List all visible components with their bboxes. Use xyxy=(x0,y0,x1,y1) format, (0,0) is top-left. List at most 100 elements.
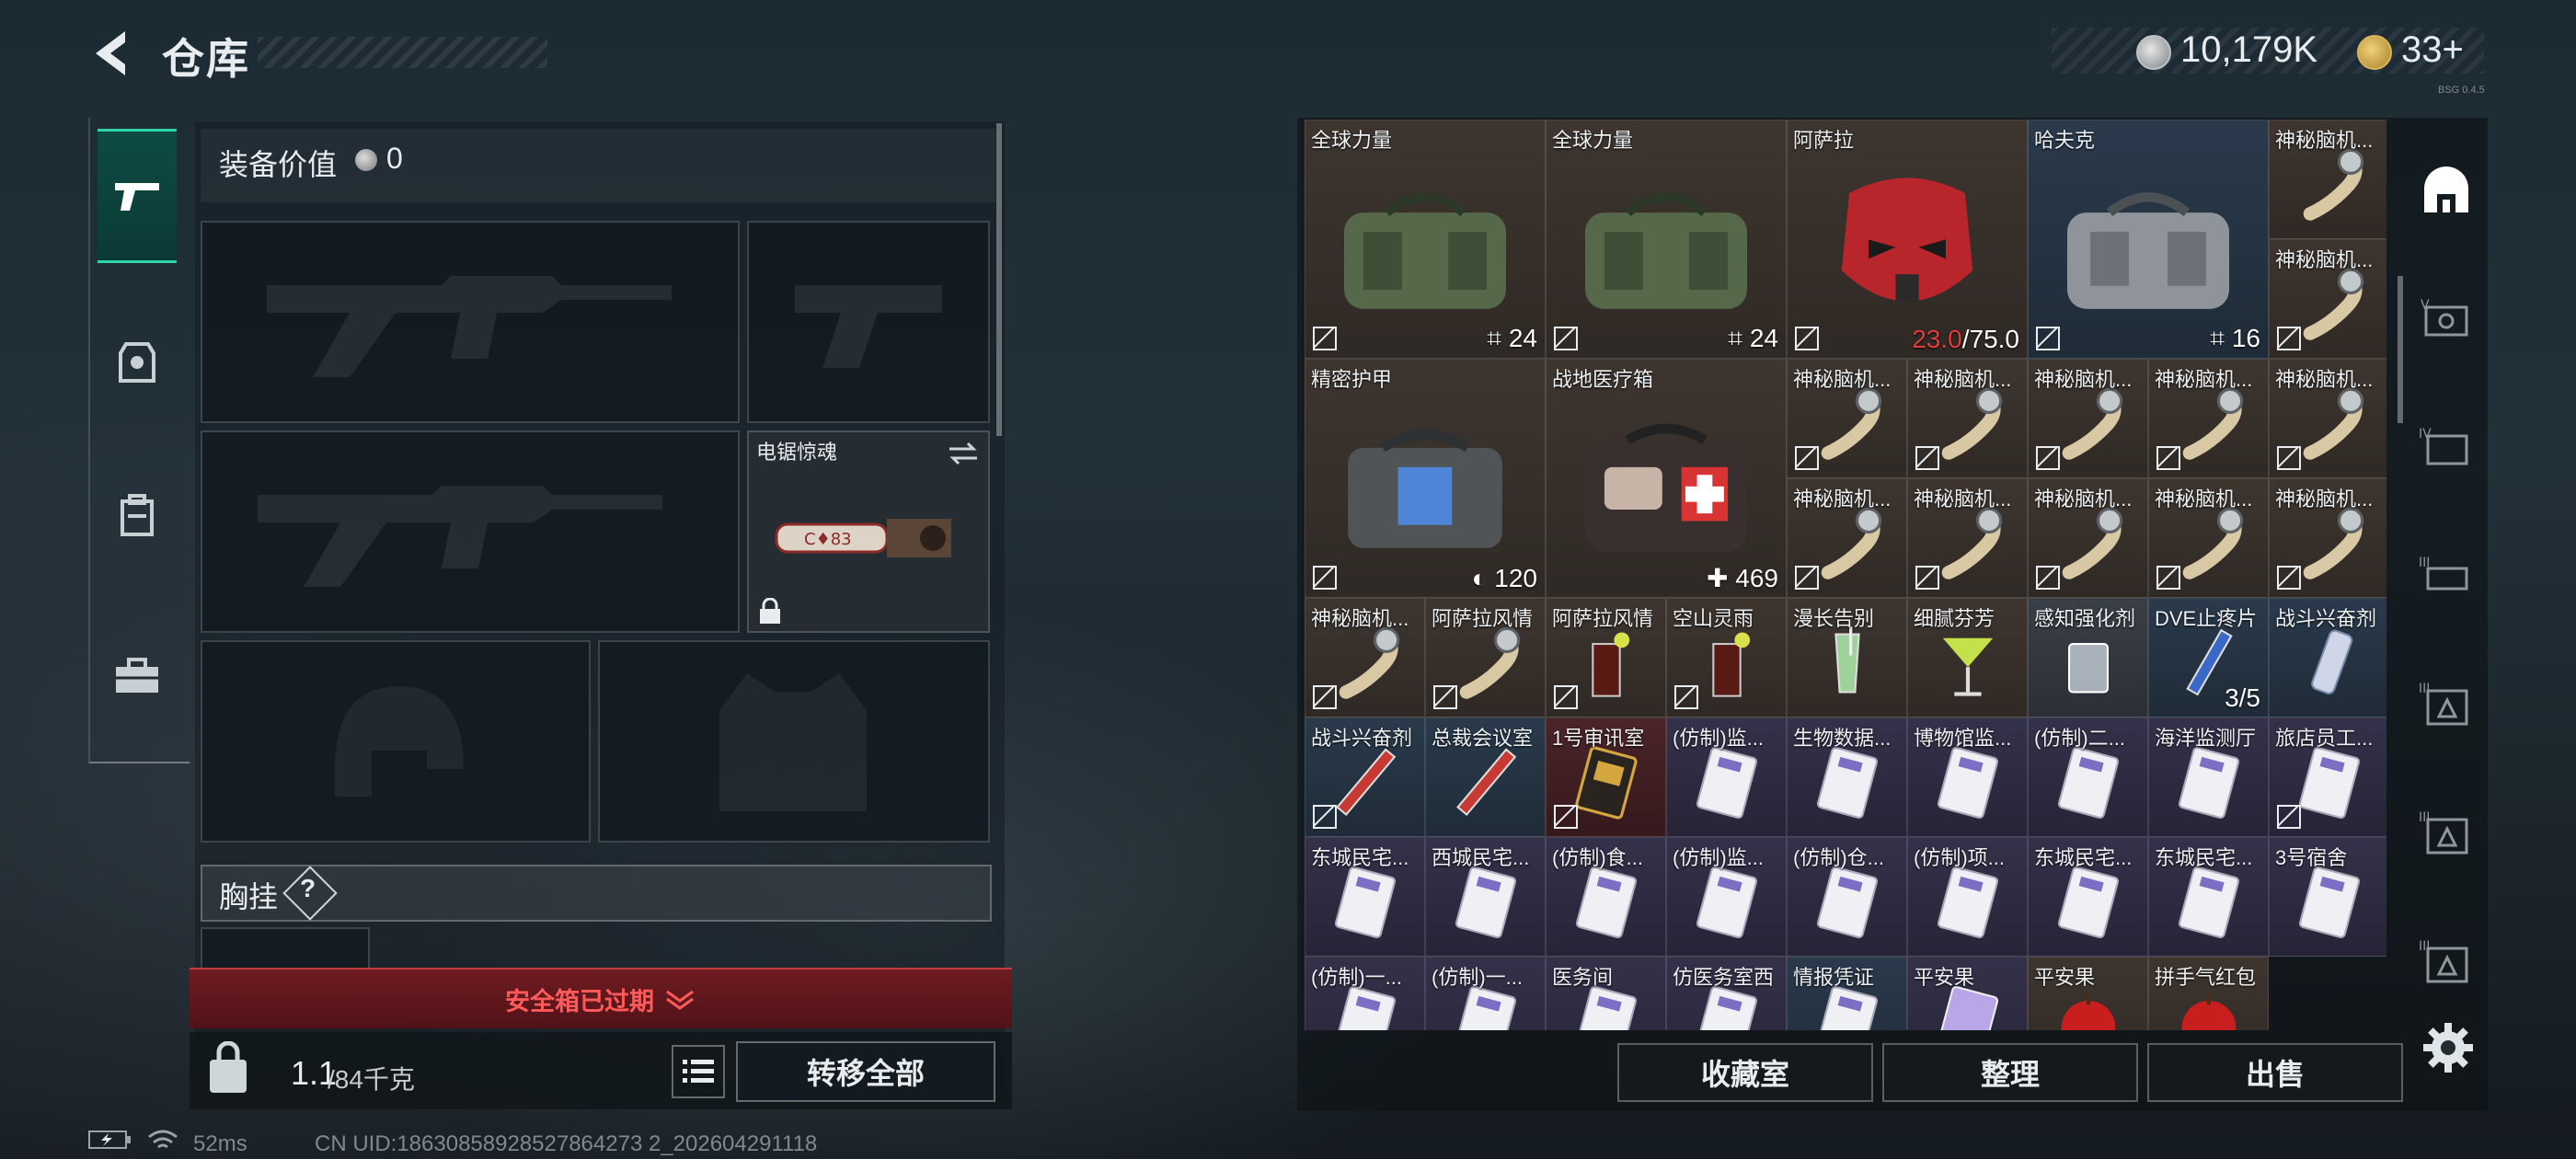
inventory-scrollbar[interactable] xyxy=(2398,276,2403,423)
inventory-item[interactable]: 细腻芬芳 xyxy=(1907,598,2028,717)
sort-button[interactable]: 整理 xyxy=(1882,1043,2138,1102)
swap-icon[interactable] xyxy=(946,440,981,467)
inventory-item[interactable]: 平安果 xyxy=(1907,957,2028,1030)
inventory-item[interactable]: (仿制)监... xyxy=(1666,837,1787,957)
inventory-item[interactable]: (仿制)一... xyxy=(1305,957,1425,1030)
inventory-item[interactable]: 神秘脑机... xyxy=(2148,359,2269,478)
inventory-item[interactable]: 神秘脑机... xyxy=(1787,359,1907,478)
inventory-item[interactable]: DVE止疼片 3/5 xyxy=(2148,598,2269,717)
inventory-item[interactable]: 神秘脑机... xyxy=(1305,598,1425,717)
item-name: 漫长告别 xyxy=(1793,607,1875,630)
item-name: 平安果 xyxy=(2034,966,2096,989)
unlocked-icon xyxy=(1554,685,1578,709)
wifi-icon xyxy=(147,1130,178,1158)
helmet-icon xyxy=(335,686,464,797)
inventory-item[interactable]: (仿制)二... xyxy=(2028,717,2148,837)
inventory-item[interactable]: 阿萨拉 23.0/75.0 xyxy=(1787,120,2028,359)
inventory-item[interactable]: 医务间 xyxy=(1546,957,1666,1030)
pistol-slot[interactable] xyxy=(747,221,990,423)
inventory-item[interactable]: 战斗兴奋剂 xyxy=(2269,598,2386,717)
inventory-item[interactable]: 西城民宅... xyxy=(1425,837,1546,957)
ticket-amount[interactable]: 33+ xyxy=(2401,29,2464,71)
inventory-item[interactable]: 海洋监测厅 xyxy=(2148,717,2269,837)
inventory-item[interactable]: 神秘脑机... xyxy=(2148,478,2269,598)
item-name: 神秘脑机... xyxy=(2275,129,2374,152)
tab-v[interactable]: V xyxy=(2414,285,2478,350)
inventory-item[interactable]: (仿制)监... xyxy=(1666,717,1787,837)
item-name: 总裁会议室 xyxy=(1432,727,1534,750)
inventory-item[interactable]: 神秘脑机... xyxy=(2028,359,2148,478)
helmet-slot[interactable] xyxy=(201,640,591,843)
inventory-item[interactable]: 东城民宅... xyxy=(2148,837,2269,957)
inventory-item[interactable]: 神秘脑机... xyxy=(1787,478,1907,598)
chest-rig-slot[interactable] xyxy=(201,927,370,971)
inventory-item[interactable]: 感知强化剂 xyxy=(2028,598,2148,717)
unlocked-icon xyxy=(2036,327,2060,350)
inventory-item[interactable]: 博物馆监... xyxy=(1907,717,2028,837)
inventory-item[interactable]: 平安果 xyxy=(2028,957,2148,1030)
tab-toolbox[interactable] xyxy=(98,612,177,740)
inventory-item[interactable]: (仿制)一... xyxy=(1425,957,1546,1030)
safe-box-banner[interactable]: 安全箱已过期 xyxy=(190,968,1012,1028)
collection-room-button[interactable]: 收藏室 xyxy=(1617,1043,1873,1102)
inventory-item[interactable]: 旅店员工... xyxy=(2269,717,2386,837)
tab-iii[interactable]: III xyxy=(2414,543,2478,607)
inventory-item[interactable]: 全球力量 ⌗ 24 xyxy=(1305,120,1546,359)
tab-armor[interactable] xyxy=(98,299,177,428)
unlocked-icon xyxy=(1795,446,1819,470)
inventory-item[interactable]: 神秘脑机... xyxy=(2269,239,2386,359)
inventory-item[interactable]: 情报凭证 xyxy=(1787,957,1907,1030)
tab-backpack[interactable] xyxy=(98,451,177,580)
tab-iv[interactable]: IV xyxy=(2414,414,2478,478)
tab-iii-a[interactable]: III xyxy=(2414,671,2478,736)
inventory-item[interactable]: 生物数据... xyxy=(1787,717,1907,837)
inventory-item[interactable]: 3号宿舍 xyxy=(2269,837,2386,957)
item-name: (仿制)监... xyxy=(1673,727,1764,750)
inventory-item[interactable]: 神秘脑机... xyxy=(2269,359,2386,478)
gear-icon[interactable] xyxy=(2420,1019,2477,1076)
chevron-down-icon[interactable] xyxy=(663,988,696,1010)
inventory-item[interactable]: 战地医疗箱 ✚ 469 xyxy=(1546,359,1787,598)
tab-iii-b[interactable]: III xyxy=(2414,800,2478,865)
inventory-item[interactable]: 漫长告别 xyxy=(1787,598,1907,717)
inventory-item[interactable]: 东城民宅... xyxy=(1305,837,1425,957)
inventory-item[interactable]: (仿制)仓... xyxy=(1787,837,1907,957)
tab-iii-c[interactable]: III xyxy=(2414,929,2478,993)
sell-button[interactable]: 出售 xyxy=(2147,1043,2403,1102)
inventory-item[interactable]: 阿萨拉风情 xyxy=(1425,598,1546,717)
inventory-item[interactable]: 精密护甲 ◐ 120 xyxy=(1305,359,1546,598)
tab-head[interactable] xyxy=(2414,158,2478,223)
item-name: (仿制)一... xyxy=(1432,966,1523,989)
inventory-item[interactable]: (仿制)食... xyxy=(1546,837,1666,957)
melee-slot[interactable]: 电锯惊魂 C♦83 xyxy=(747,430,990,633)
inventory-item[interactable]: 拼手气红包 xyxy=(2148,957,2269,1030)
unlocked-icon xyxy=(1915,446,1939,470)
item-name: 哈夫克 xyxy=(2034,129,2096,152)
inventory-item[interactable]: 空山灵雨 xyxy=(1666,598,1787,717)
inventory-item[interactable]: (仿制)项... xyxy=(1907,837,2028,957)
inventory-item[interactable]: 神秘脑机... xyxy=(1907,478,2028,598)
inventory-item[interactable]: 阿萨拉风情 xyxy=(1546,598,1666,717)
inventory-item[interactable]: 神秘脑机... xyxy=(2269,478,2386,598)
inventory-item[interactable]: 全球力量 ⌗ 24 xyxy=(1546,120,1787,359)
help-mark[interactable]: ? xyxy=(300,874,316,903)
secondary-weapon-slot[interactable] xyxy=(201,430,740,633)
inventory-item[interactable]: 神秘脑机... xyxy=(2028,478,2148,598)
primary-weapon-slot[interactable] xyxy=(201,221,740,423)
back-icon[interactable] xyxy=(88,28,134,79)
tab-weapons[interactable] xyxy=(98,129,177,263)
item-name: 战斗兴奋剂 xyxy=(2275,607,2377,630)
inventory-item[interactable]: 神秘脑机... xyxy=(1907,359,2028,478)
list-view-button[interactable] xyxy=(672,1045,725,1098)
inventory-item[interactable]: 战斗兴奋剂 xyxy=(1305,717,1425,837)
inventory-item[interactable]: 东城民宅... xyxy=(2028,837,2148,957)
transfer-all-button[interactable]: 转移全部 xyxy=(736,1041,995,1102)
inventory-item[interactable]: 神秘脑机... xyxy=(2269,120,2386,239)
inventory-item[interactable]: 哈夫克 ⌗ 16 xyxy=(2028,120,2269,359)
inventory-item[interactable]: 仿医务室西 xyxy=(1666,957,1787,1030)
inventory-item[interactable]: 1号审讯室 xyxy=(1546,717,1666,837)
item-name: 神秘脑机... xyxy=(2275,488,2374,511)
inventory-item[interactable]: 总裁会议室 xyxy=(1425,717,1546,837)
body-armor-slot[interactable] xyxy=(598,640,990,843)
equipment-scrollbar[interactable] xyxy=(996,123,1002,436)
